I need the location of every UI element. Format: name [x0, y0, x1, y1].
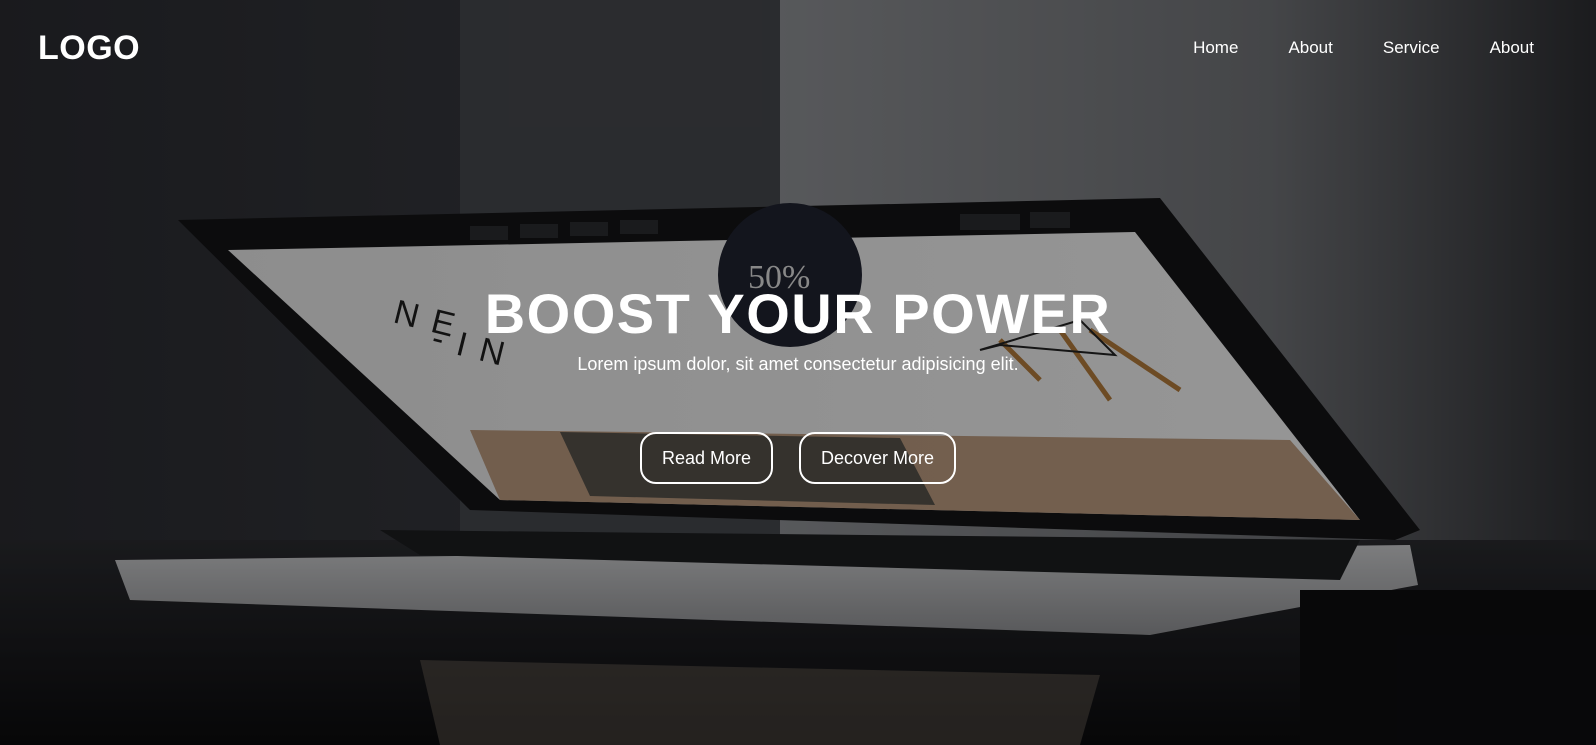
logo[interactable]: LOGO	[38, 29, 140, 68]
read-more-button[interactable]: Read More	[639, 432, 773, 484]
discover-more-button[interactable]: Decover More	[799, 432, 957, 484]
hero-content: BOOST YOUR POWER Lorem ipsum dolor, sit …	[0, 284, 1596, 484]
hero-buttons: Read More Decover More	[0, 432, 1596, 484]
hero-subtitle: Lorem ipsum dolor, sit amet consectetur …	[577, 354, 1019, 374]
hero-title: BOOST YOUR POWER	[484, 282, 1112, 345]
nav-link-about-2[interactable]: About	[1490, 38, 1534, 58]
site-header: LOGO Home About Service About	[0, 0, 1596, 96]
main-nav: Home About Service About	[1193, 38, 1534, 58]
nav-link-service[interactable]: Service	[1383, 38, 1440, 58]
hero-section: 50% NE -IN LOGO Home About Service About…	[0, 0, 1596, 745]
nav-link-home[interactable]: Home	[1193, 38, 1238, 58]
nav-link-about[interactable]: About	[1288, 38, 1332, 58]
